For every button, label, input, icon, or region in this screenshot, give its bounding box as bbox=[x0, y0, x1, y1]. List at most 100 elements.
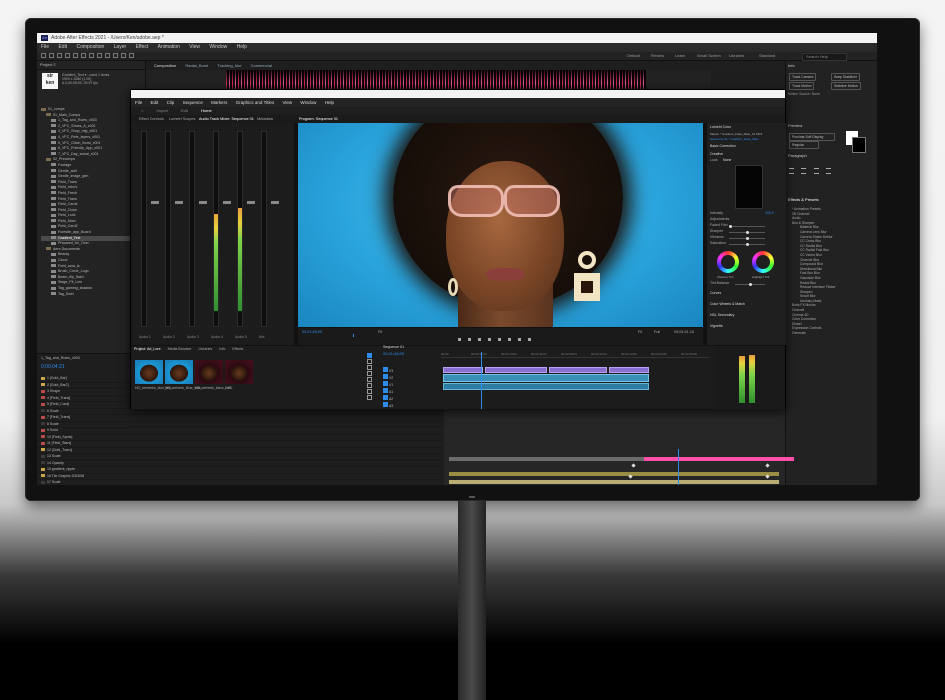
workspace-libraries[interactable]: Libraries bbox=[729, 52, 744, 60]
layer-label-color[interactable] bbox=[41, 467, 45, 471]
lumetri-curves[interactable]: Curves bbox=[710, 291, 721, 295]
export-frame-icon[interactable] bbox=[528, 338, 531, 341]
ae-menu-window[interactable]: Window bbox=[209, 44, 227, 50]
slip-tool-icon[interactable] bbox=[367, 377, 372, 382]
program-playhead[interactable] bbox=[353, 334, 354, 337]
layer-bar-tan[interactable] bbox=[449, 480, 779, 484]
workspace-standard[interactable]: Standard bbox=[759, 52, 775, 60]
rotate-tool-icon[interactable] bbox=[73, 53, 78, 58]
mixer-channel-track[interactable] bbox=[261, 131, 267, 327]
comp-tab-radial-burst[interactable]: Radial_Burst bbox=[185, 63, 208, 68]
font-style-select[interactable]: Regular bbox=[789, 141, 819, 149]
workspace-learn[interactable]: Learn bbox=[675, 52, 685, 60]
workspace-edit[interactable]: Edit bbox=[181, 108, 188, 113]
program-fit-label[interactable]: Fit bbox=[638, 330, 642, 334]
audio-clip[interactable] bbox=[443, 383, 649, 390]
hand-tool-icon[interactable] bbox=[367, 389, 372, 394]
shape-tool-icon[interactable] bbox=[97, 53, 102, 58]
program-fit-select[interactable]: Fit bbox=[378, 330, 382, 334]
layer-label-color[interactable] bbox=[41, 448, 45, 452]
sequence-tab[interactable]: Sequence 01 bbox=[383, 345, 404, 349]
workspace-default[interactable]: Default bbox=[627, 52, 640, 60]
brush-tool-icon[interactable] bbox=[121, 53, 126, 58]
lumetri-master-clip[interactable]: Master * Gradient_Fade_Main_01.MP4 bbox=[710, 132, 762, 136]
stabilize-motion-button[interactable]: Stabilize Motion bbox=[831, 82, 861, 90]
pen-tool-icon[interactable] bbox=[105, 53, 110, 58]
ae-menu-effect[interactable]: Effect bbox=[136, 44, 149, 50]
ae-menu-composition[interactable]: Composition bbox=[76, 44, 104, 50]
align-center-icon[interactable] bbox=[801, 168, 807, 174]
color-swatch-black[interactable] bbox=[852, 137, 866, 153]
clip-thumbnail[interactable] bbox=[135, 360, 163, 384]
pr-menu-window[interactable]: Window bbox=[300, 100, 316, 105]
align-left-icon[interactable] bbox=[789, 168, 794, 174]
hand-tool-icon[interactable] bbox=[57, 53, 62, 58]
layer-label-color[interactable] bbox=[41, 383, 45, 387]
sequence-playhead[interactable] bbox=[481, 352, 482, 409]
saturation-slider[interactable] bbox=[729, 243, 765, 246]
ae-menu-help[interactable]: Help bbox=[237, 44, 247, 50]
layer-label-color[interactable] bbox=[41, 435, 45, 439]
video-clip[interactable] bbox=[443, 367, 483, 373]
overwrite-icon[interactable] bbox=[518, 338, 521, 341]
camera-tool-icon[interactable] bbox=[81, 53, 86, 58]
clip-thumbnail[interactable] bbox=[165, 360, 193, 384]
pr-menu-help[interactable]: Help bbox=[325, 100, 334, 105]
mixer-fader[interactable] bbox=[223, 201, 231, 204]
sequence-timecode[interactable]: 00;01;48;09 bbox=[383, 351, 404, 356]
layer-label-color[interactable] bbox=[41, 428, 45, 432]
track-target-toggle[interactable] bbox=[383, 402, 388, 407]
mixer-fader[interactable] bbox=[199, 201, 207, 204]
vibrance-slider[interactable] bbox=[729, 237, 765, 240]
type-tool-icon[interactable] bbox=[367, 395, 372, 400]
selection-tool-icon[interactable] bbox=[367, 353, 372, 358]
warp-stabilizer-button[interactable]: Warp Stabilizer bbox=[831, 73, 860, 81]
ae-menu-file[interactable]: File bbox=[41, 44, 49, 50]
clip-thumbnail[interactable] bbox=[195, 360, 223, 384]
mixer-channel-track[interactable] bbox=[141, 131, 147, 327]
layer-label-color[interactable] bbox=[41, 415, 45, 419]
track-header[interactable]: A3 bbox=[383, 394, 439, 408]
font-family-select[interactable]: Proxima Soft Display bbox=[789, 133, 835, 141]
selection-tool-icon[interactable] bbox=[49, 53, 54, 58]
track-header[interactable]: V3 bbox=[383, 359, 439, 373]
pr-menu-sequence[interactable]: Sequence bbox=[183, 100, 203, 105]
zoom-tool-icon[interactable] bbox=[65, 53, 70, 58]
pr-menu-graphics[interactable]: Graphics and Titles bbox=[236, 100, 275, 105]
tab-media-browser[interactable]: Media Browser bbox=[168, 347, 192, 351]
layer-label-color[interactable] bbox=[41, 402, 45, 406]
step-forward-icon[interactable] bbox=[498, 338, 501, 341]
highlight-tint-wheel[interactable] bbox=[752, 251, 774, 273]
layer-label-color[interactable] bbox=[41, 422, 45, 426]
intensity-value[interactable]: 100.0 bbox=[765, 211, 774, 215]
tab-project[interactable]: Project: Ad_Lore bbox=[134, 347, 161, 351]
tab-libraries[interactable]: Libraries bbox=[199, 347, 213, 351]
workspace-review[interactable]: Review bbox=[651, 52, 664, 60]
track-select-tool-icon[interactable] bbox=[367, 359, 372, 364]
lumetri-vignette[interactable]: Vignette bbox=[710, 324, 723, 328]
audio-clip[interactable] bbox=[443, 374, 649, 382]
timeline-timecode[interactable]: 0;00;04;21 bbox=[41, 364, 65, 370]
effect-item[interactable]: Generate bbox=[792, 331, 876, 336]
pan-behind-tool-icon[interactable] bbox=[89, 53, 94, 58]
project-item[interactable]: Tag_Swirl bbox=[41, 292, 141, 298]
tab-effect-controls[interactable]: Effect Controls bbox=[139, 115, 164, 123]
lumetri-hsl-secondary[interactable]: HSL Secondary bbox=[710, 313, 734, 317]
lumetri-creative[interactable]: Creative bbox=[710, 152, 723, 156]
lumetri-color-wheels[interactable]: Color Wheels & Match bbox=[710, 302, 745, 306]
home-icon[interactable] bbox=[41, 53, 46, 58]
ae-menu-layer[interactable]: Layer bbox=[114, 44, 127, 50]
paragraph-align-buttons[interactable] bbox=[789, 161, 869, 174]
video-clip[interactable] bbox=[549, 367, 607, 373]
pr-menu-file[interactable]: File bbox=[135, 100, 142, 105]
layer-bar-pink[interactable] bbox=[644, 457, 794, 461]
justify-icon[interactable] bbox=[826, 168, 832, 174]
ae-menu-view[interactable]: View bbox=[189, 44, 200, 50]
track-motion-button[interactable]: Track Motion bbox=[789, 82, 815, 90]
tint-balance-slider[interactable] bbox=[735, 283, 765, 286]
ripple-edit-tool-icon[interactable] bbox=[367, 365, 372, 370]
comp-tab-composition[interactable]: Composition bbox=[154, 63, 176, 68]
insert-icon[interactable] bbox=[508, 338, 511, 341]
program-frame-portrait[interactable] bbox=[298, 123, 703, 327]
keyframe[interactable] bbox=[631, 463, 636, 468]
